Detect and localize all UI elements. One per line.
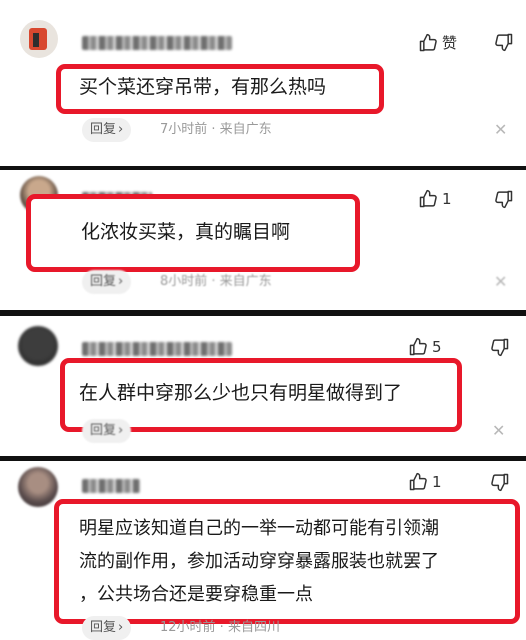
comment-meta: 12小时前 · 来自四川 [160, 620, 280, 635]
dislike-button[interactable] [490, 472, 510, 492]
highlighted-comment-text: 明星应该知道自己的一举一动都可能有引领潮 流的副作用，参加活动穿穿暴露服装也就罢… [54, 499, 520, 624]
close-icon[interactable]: ✕ [494, 122, 507, 138]
thumbs-down-icon [490, 337, 510, 357]
username-blurred[interactable] [82, 36, 232, 50]
highlighted-comment-text: 化浓妆买菜，真的瞩目啊 [26, 194, 360, 272]
like-button[interactable]: 1 [418, 189, 452, 209]
like-button[interactable]: 5 [408, 337, 442, 357]
reply-button[interactable]: 回复 › [82, 118, 132, 142]
comment-meta: 8小时前 · 来自广东 [160, 274, 272, 289]
thumbs-down-icon [490, 472, 510, 492]
avatar[interactable] [18, 326, 58, 366]
reply-label: 回复 [90, 423, 117, 438]
comment-text-line: 化浓妆买菜，真的瞩目啊 [81, 221, 291, 243]
highlighted-comment-text: 买个菜还穿吊带，有那么热吗 [56, 64, 384, 114]
thumbs-down-icon [494, 189, 514, 209]
like-count: 5 [432, 338, 442, 356]
like-count: 1 [442, 190, 452, 208]
avatar[interactable] [20, 20, 58, 58]
like-button[interactable]: 1 [408, 472, 442, 492]
reply-button[interactable]: 回复 › [82, 419, 132, 443]
comment-text-line: 买个菜还穿吊带，有那么热吗 [79, 76, 327, 98]
comment-text-line: 明星应该知道自己的一举一动都可能有引领潮 [79, 518, 439, 539]
like-count: 1 [432, 473, 442, 491]
comment-card: 1 化浓妆买菜，真的瞩目啊 回复 › 8小时前 · 来自广东 ✕ [0, 170, 526, 310]
dislike-button[interactable] [490, 337, 510, 357]
username-blurred[interactable] [82, 479, 140, 493]
thumbs-down-icon [494, 32, 514, 52]
comment-text-line: ，公共场合还是要穿稳重一点 [79, 584, 313, 605]
like-count: 赞 [442, 34, 458, 52]
comment-card: 1 明星应该知道自己的一举一动都可能有引领潮 流的副作用，参加活动穿穿暴露服装也… [0, 461, 526, 640]
reply-label: 回复 [90, 274, 117, 289]
comment-text-line: 流的副作用，参加活动穿穿暴露服装也就罢了 [79, 551, 439, 572]
close-icon[interactable]: ✕ [494, 274, 507, 290]
chevron-right-icon: › [118, 423, 124, 438]
thumbs-up-icon [408, 337, 428, 357]
reply-label: 回复 [90, 620, 117, 635]
close-icon[interactable]: ✕ [492, 423, 505, 439]
like-button[interactable]: 赞 [418, 32, 457, 53]
chevron-right-icon: › [118, 274, 124, 289]
thumbs-up-icon [418, 33, 438, 53]
dislike-button[interactable] [494, 32, 514, 52]
comment-card: 赞 买个菜还穿吊带，有那么热吗 回复 › 7小时前 · 来自广东 ✕ [0, 0, 526, 166]
thumbs-up-icon [418, 189, 438, 209]
reply-label: 回复 [90, 122, 117, 137]
comment-meta: 7小时前 · 来自广东 [160, 122, 272, 137]
username-blurred[interactable] [82, 342, 232, 356]
chevron-right-icon: › [118, 620, 124, 635]
avatar[interactable] [18, 467, 58, 507]
comment-card: 5 在人群中穿那么少也只有明星做得到了 回复 › ✕ [0, 316, 526, 456]
chevron-right-icon: › [118, 122, 124, 137]
comment-text-line: 在人群中穿那么少也只有明星做得到了 [79, 382, 403, 404]
dislike-button[interactable] [494, 189, 514, 209]
reply-button[interactable]: 回复 › [82, 270, 132, 294]
thumbs-up-icon [408, 472, 428, 492]
reply-button[interactable]: 回复 › [82, 616, 132, 640]
